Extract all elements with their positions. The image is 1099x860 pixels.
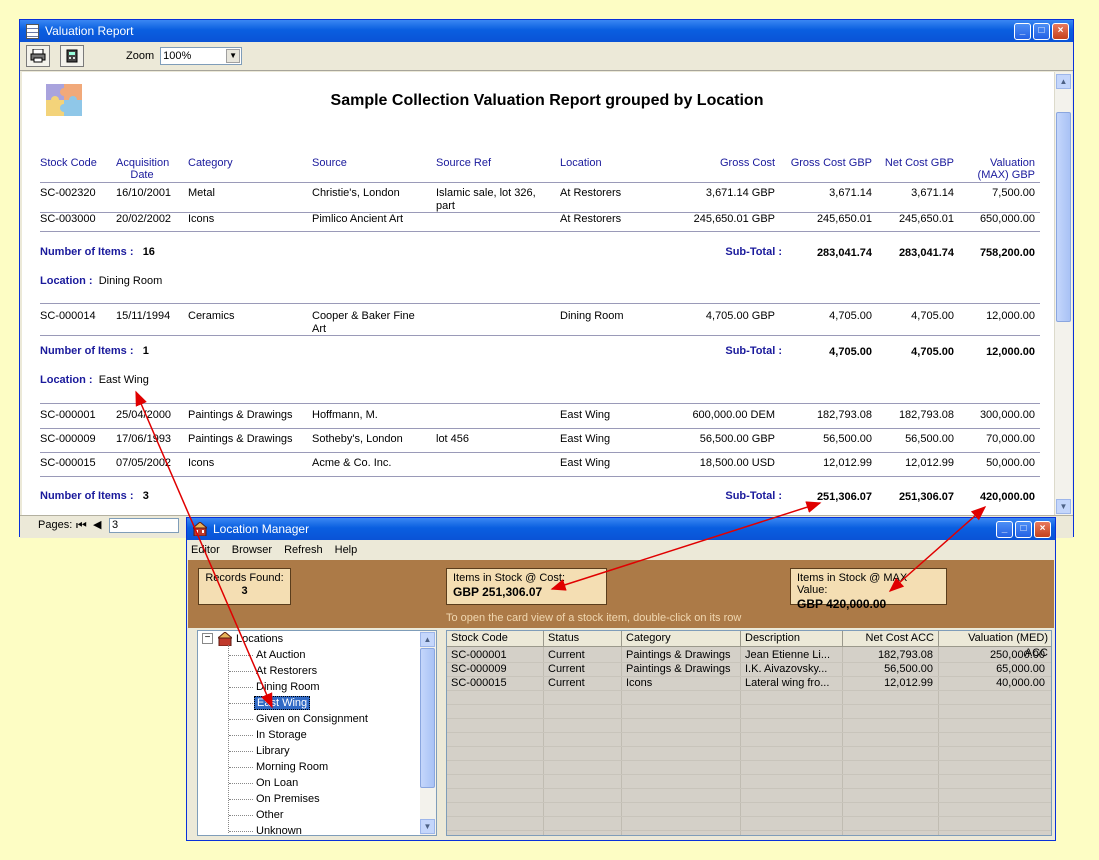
page-input[interactable]: 3 — [109, 518, 179, 533]
stock-max-box: Items in Stock @ MAX Value: GBP 420,000.… — [790, 568, 947, 611]
building-icon — [218, 632, 232, 646]
row-rule — [40, 335, 1040, 336]
export-button[interactable] — [60, 45, 84, 67]
pages-label: Pages: — [38, 519, 73, 531]
grid-row-line — [447, 788, 1051, 789]
close-button[interactable]: × — [1034, 520, 1051, 538]
location-manager-window: Location Manager _ □ × Editor Browser Re… — [186, 517, 1056, 841]
row-rule — [40, 403, 1040, 404]
grid-row-line — [447, 718, 1051, 719]
grid-col-description[interactable]: Description — [741, 631, 843, 647]
header-rule — [40, 182, 1040, 183]
col-stock-code: Stock Code — [40, 157, 97, 169]
row-rule — [40, 452, 1040, 453]
scroll-up-icon[interactable]: ▲ — [1056, 74, 1071, 89]
grid-col-category[interactable]: Category — [622, 631, 741, 647]
close-button[interactable]: × — [1052, 22, 1069, 40]
menu-editor[interactable]: Editor — [191, 544, 220, 556]
scroll-thumb[interactable] — [420, 648, 435, 788]
report-page: Sample Collection Valuation Report group… — [22, 72, 1054, 516]
grid-row-line — [447, 774, 1051, 775]
grid-col-net-cost[interactable]: Net Cost ACC — [843, 631, 939, 647]
building-icon — [193, 522, 207, 536]
grid-row-line — [447, 704, 1051, 705]
grid-col-stock-code[interactable]: Stock Code — [447, 631, 544, 647]
col-acquisition-date: Acquisition Date — [116, 157, 170, 181]
report-toolbar: Zoom 100% ▼ — [20, 42, 1073, 71]
col-source: Source — [312, 157, 347, 169]
report-scrollbar[interactable]: ▲ ▼ — [1054, 72, 1072, 516]
row-rule — [40, 476, 1040, 477]
grid-row-line — [447, 662, 1051, 663]
grid-row-line — [447, 690, 1051, 691]
tree-scrollbar[interactable]: ▲ ▼ — [420, 631, 436, 835]
locman-titlebar[interactable]: Location Manager _ □ × — [187, 518, 1055, 540]
grid-row-line — [447, 746, 1051, 747]
grid-row-line — [447, 732, 1051, 733]
locations-tree: − Locations At Auction At Restorers Dini… — [197, 630, 437, 836]
grid-row-line — [447, 830, 1051, 831]
first-page-icon[interactable]: ⏮ — [76, 518, 87, 533]
grid-col-valuation[interactable]: Valuation (MED) ACC — [939, 631, 1051, 659]
grid-row-line — [447, 802, 1051, 803]
grid-row-line — [447, 816, 1051, 817]
calculator-icon — [66, 49, 78, 63]
col-gross-cost-gbp: Gross Cost GBP — [790, 157, 872, 169]
scroll-thumb[interactable] — [1056, 112, 1071, 322]
tree-root-locations[interactable]: Locations — [236, 633, 283, 645]
locman-window-title: Location Manager — [213, 522, 310, 536]
report-title: Sample Collection Valuation Report group… — [330, 92, 764, 109]
scroll-up-icon[interactable]: ▲ — [420, 632, 435, 647]
tree-guide — [228, 645, 230, 833]
row-rule — [40, 428, 1040, 429]
scroll-down-icon[interactable]: ▼ — [420, 819, 435, 834]
col-location: Location — [560, 157, 602, 169]
grid-col-status[interactable]: Status — [544, 631, 622, 647]
zoom-label: Zoom — [126, 50, 155, 62]
col-net-cost-gbp: Net Cost GBP — [884, 157, 954, 169]
stock-grid: Stock Code Status Category Description N… — [446, 630, 1052, 836]
grid-row-line — [447, 760, 1051, 761]
prev-page-icon[interactable]: ◀ — [93, 518, 101, 531]
group-heading-east-wing: Location : East Wing — [40, 374, 149, 386]
col-source-ref: Source Ref — [436, 157, 492, 169]
group-heading-dining-room: Location : Dining Room — [40, 275, 163, 287]
locman-menubar: Editor Browser Refresh Help — [187, 540, 1055, 560]
maximize-button[interactable]: □ — [1015, 520, 1032, 538]
minimize-button[interactable]: _ — [1014, 22, 1031, 40]
scroll-down-icon[interactable]: ▼ — [1056, 499, 1071, 514]
col-category: Category — [188, 157, 233, 169]
menu-browser[interactable]: Browser — [232, 544, 272, 556]
summary-panel: Records Found: 3 Items in Stock @ Cost: … — [188, 560, 1054, 628]
print-button[interactable] — [26, 45, 50, 67]
maximize-button[interactable]: □ — [1033, 22, 1050, 40]
printer-icon — [30, 49, 46, 63]
hint-text: To open the card view of a stock item, d… — [446, 612, 742, 624]
report-window-title: Valuation Report — [45, 24, 134, 38]
chevron-down-icon[interactable]: ▼ — [226, 49, 241, 63]
report-titlebar[interactable]: Valuation Report _ □ × — [20, 20, 1073, 42]
collapse-icon[interactable]: − — [202, 633, 213, 644]
row-rule — [40, 231, 1040, 232]
records-found-box: Records Found: 3 — [198, 568, 291, 605]
grid-row-line — [447, 676, 1051, 677]
row-rule — [40, 303, 1040, 304]
col-gross-cost: Gross Cost — [719, 157, 775, 169]
stock-cost-box: Items in Stock @ Cost: GBP 251,306.07 — [446, 568, 607, 605]
report-doc-icon — [26, 23, 39, 39]
valuation-report-window: Valuation Report _ □ × Zoom 100% ▼ Sampl… — [19, 19, 1074, 538]
zoom-value: 100% — [163, 50, 192, 62]
menu-help[interactable]: Help — [335, 544, 358, 556]
minimize-button[interactable]: _ — [996, 520, 1013, 538]
menu-refresh[interactable]: Refresh — [284, 544, 323, 556]
zoom-select[interactable]: 100% ▼ — [160, 47, 243, 65]
col-valuation-max: Valuation (MAX) GBP — [977, 157, 1035, 181]
